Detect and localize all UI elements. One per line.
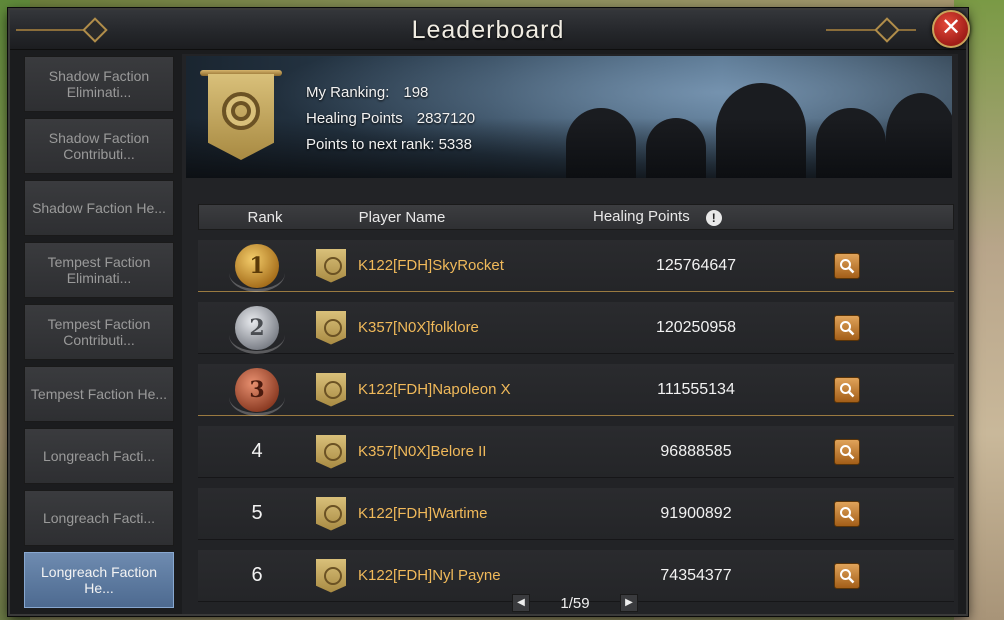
player-points: 96888585	[660, 442, 732, 460]
player-banner-icon	[316, 434, 346, 469]
magnifier-icon	[840, 382, 855, 397]
next-page-button[interactable]: ▶	[620, 594, 638, 612]
category-sidebar: Shadow Faction Eliminati... Shadow Facti…	[18, 56, 176, 612]
leaderboard-table: Rank Player Name Healing Points! 1 K122[…	[198, 204, 954, 602]
magnifier-icon	[840, 444, 855, 459]
table-header: Rank Player Name Healing Points!	[198, 204, 954, 230]
rank-number: 6	[251, 564, 263, 586]
player-banner-icon	[316, 310, 346, 345]
table-row: 4 K357[N0X]Belore II 96888585	[198, 426, 954, 478]
player-banner-icon	[316, 372, 346, 407]
next-rank-label: Points to next rank:	[306, 136, 435, 153]
title-ornament-right	[806, 17, 916, 43]
player-name[interactable]: K122[FDH]Wartime	[358, 505, 487, 522]
view-player-button[interactable]	[834, 376, 860, 403]
table-row: 5 K122[FDH]Wartime 91900892	[198, 488, 954, 540]
player-points: 120250958	[655, 318, 737, 336]
rank-number: 5	[251, 502, 263, 524]
magnifier-icon	[840, 506, 855, 521]
header-player-name: Player Name	[358, 208, 446, 226]
my-ranking-value: 198	[403, 84, 429, 101]
title-bar: Leaderboard ✕	[10, 10, 970, 50]
sidebar-item-longreach-2[interactable]: Longreach Facti...	[24, 490, 174, 546]
player-banner-icon	[316, 248, 346, 283]
pagination: ◀ 1/59 ▶	[512, 594, 638, 612]
my-stats: My Ranking: 198 Healing Points 2837120 Poi…	[306, 80, 475, 158]
sidebar-item-tempest-elimination[interactable]: Tempest Faction Eliminati...	[24, 242, 174, 298]
sidebar-item-shadow-healing[interactable]: Shadow Faction He...	[24, 180, 174, 236]
player-banner-icon	[316, 496, 346, 531]
healing-points-label: Healing Points	[306, 110, 403, 127]
view-player-button[interactable]	[834, 562, 860, 589]
view-player-button[interactable]	[834, 438, 860, 465]
sidebar-item-tempest-healing[interactable]: Tempest Faction He...	[24, 366, 174, 422]
faction-banner-icon	[200, 70, 282, 162]
page-indicator: 1/59	[560, 594, 590, 612]
magnifier-icon	[840, 568, 855, 583]
header-healing-points-label: Healing Points	[593, 208, 690, 226]
magnifier-icon	[840, 320, 855, 335]
ranking-banner: My Ranking: 198 Healing Points 2837120 Poi…	[186, 56, 952, 178]
player-name[interactable]: K122[FDH]Nyl Payne	[358, 567, 501, 584]
player-points: 91900892	[660, 504, 732, 522]
table-row: 1 K122[FDH]SkyRocket 125764647	[198, 240, 954, 292]
sidebar-item-tempest-contribution[interactable]: Tempest Faction Contributi...	[24, 304, 174, 360]
rank-number: 4	[251, 440, 263, 462]
close-button[interactable]: ✕	[932, 10, 970, 48]
magnifier-icon	[840, 258, 855, 273]
healing-points-value: 2837120	[416, 110, 476, 127]
table-row: 2 K357[N0X]folklore 120250958	[198, 302, 954, 354]
sidebar-item-shadow-elimination[interactable]: Shadow Faction Eliminati...	[24, 56, 174, 112]
player-name[interactable]: K122[FDH]SkyRocket	[358, 257, 504, 274]
info-icon[interactable]: !	[705, 209, 722, 226]
header-healing-points: Healing Points!	[593, 208, 722, 226]
leaderboard-content: My Ranking: 198 Healing Points 2837120 Poi…	[182, 54, 958, 614]
table-row: 3 K122[FDH]Napoleon X 111555134	[198, 364, 954, 416]
player-points: 125764647	[655, 256, 737, 274]
silver-medal-icon: 2	[229, 305, 285, 354]
sidebar-item-longreach-1[interactable]: Longreach Facti...	[24, 428, 174, 484]
prev-page-button[interactable]: ◀	[512, 594, 530, 612]
sidebar-item-shadow-contribution[interactable]: Shadow Faction Contributi...	[24, 118, 174, 174]
player-points: 74354377	[660, 566, 732, 584]
next-rank-value: 5338	[438, 136, 472, 153]
player-name[interactable]: K357[N0X]folklore	[358, 319, 479, 336]
my-ranking-label: My Ranking:	[306, 84, 390, 101]
player-name[interactable]: K357[N0X]Belore II	[358, 443, 486, 460]
bronze-medal-icon: 3	[229, 367, 285, 416]
sidebar-item-longreach-healing[interactable]: Longreach Faction He...	[24, 552, 174, 608]
view-player-button[interactable]	[834, 314, 860, 341]
leaderboard-window: Leaderboard ✕ Shadow Faction Eliminati..…	[8, 8, 970, 616]
gold-medal-icon: 1	[229, 243, 285, 292]
player-points: 111555134	[657, 380, 735, 398]
header-rank: Rank	[247, 208, 283, 226]
view-player-button[interactable]	[834, 500, 860, 527]
player-name[interactable]: K122[FDH]Napoleon X	[358, 381, 511, 398]
player-banner-icon	[316, 558, 346, 593]
view-player-button[interactable]	[834, 252, 860, 279]
